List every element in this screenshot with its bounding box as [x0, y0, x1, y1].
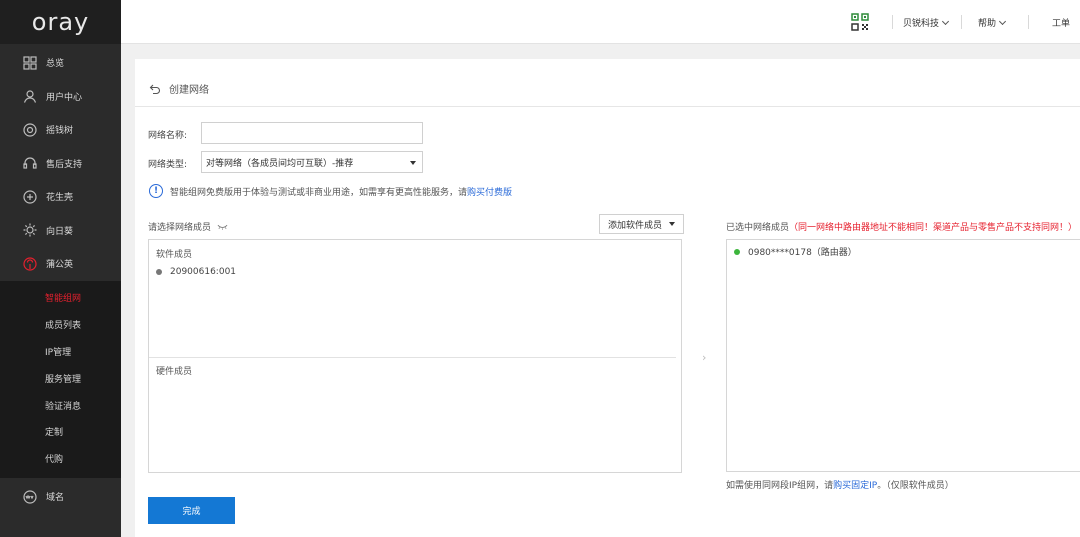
dandelion-subnav: 智能组网 成员列表 IP管理 服务管理 验证消息 定制 代购 [0, 280, 121, 479]
sidebar-item-user-center[interactable]: 用户中心 [0, 80, 121, 114]
caret-down-icon [669, 222, 676, 226]
sidebar-item-label: 总览 [46, 59, 65, 70]
sidebar-item-sunflower[interactable]: 向日葵 [0, 214, 121, 248]
network-type-select[interactable]: 对等网络（各成员间均可互联）-推荐 [201, 151, 423, 173]
sidebar-item-support[interactable]: 售后支持 [0, 147, 121, 181]
select-members-label: 请选择网络成员 [148, 220, 228, 233]
back-arrow-icon[interactable] [149, 83, 161, 95]
sidebar-item-label: 向日葵 [46, 226, 74, 237]
page-title: 创建网络 [169, 85, 209, 96]
add-software-member-button[interactable]: 添加软件成员 [599, 214, 685, 234]
company-menu[interactable]: 贝锐科技 [903, 16, 950, 29]
network-type-value: 对等网络（各成员间均可互联）-推荐 [206, 158, 354, 169]
chevron-right-icon[interactable]: › [702, 351, 706, 364]
subnav-service-management[interactable]: 服务管理 [0, 365, 121, 392]
caret-down-icon [410, 161, 416, 165]
subnav-customize[interactable]: 定制 [0, 418, 121, 445]
fixed-ip-prefix: 如需使用同网段IP组网，请 [726, 481, 834, 491]
divider [961, 15, 962, 29]
list-item[interactable]: 20900616:001 [156, 267, 236, 277]
peanut-icon [23, 190, 37, 204]
fixed-ip-suffix: 。（仅限软件成员） [877, 481, 954, 491]
sidebar-item-peanut[interactable]: 花生壳 [0, 180, 121, 214]
network-name-label: 网络名称: [148, 131, 188, 141]
company-label: 贝锐科技 [903, 19, 940, 29]
sidebar-item-label: 蒲公英 [46, 260, 74, 271]
sidebar: oray 总览 用户中心 摇钱树 售后支持 花生壳 向日葵 蒲公英 智能组网 成… [0, 0, 121, 537]
sidebar-item-label: 域名 [46, 493, 65, 504]
divider [892, 15, 893, 29]
user-icon [23, 89, 37, 103]
sidebar-item-domain[interactable]: 域名 [0, 480, 121, 514]
add-software-member-label: 添加软件成员 [608, 220, 663, 231]
sidebar-item-overview[interactable]: 总览 [0, 46, 121, 80]
sidebar-item-money-tree[interactable]: 摇钱树 [0, 113, 121, 147]
selected-members-label: 已选中网络成员（同一网络中路由器地址不能相同！渠道产品与零售产品不支持同网！） [726, 220, 1077, 233]
subnav-member-list[interactable]: 成员列表 [0, 311, 121, 338]
grid-icon [23, 56, 37, 70]
sidebar-item-label: 用户中心 [46, 92, 83, 103]
main-content: 创建网络 网络名称: 网络类型: 对等网络（各成员间均可互联）-推荐 ! 智能组… [135, 59, 1080, 537]
selected-members-text: 已选中网络成员 [726, 223, 790, 233]
sidebar-item-label: 售后支持 [46, 159, 83, 170]
info-icon: ! [149, 184, 163, 198]
divider [1028, 15, 1029, 29]
status-dot [734, 248, 740, 255]
sidebar-item-label: 花生壳 [46, 193, 74, 204]
hardware-members-title: 硬件成员 [156, 367, 193, 377]
eye-closed-icon[interactable] [217, 224, 228, 230]
buy-paid-version-link[interactable]: 购买付费版 [467, 185, 512, 198]
subnav-verification-messages[interactable]: 验证消息 [0, 392, 121, 419]
available-members-panel: 软件成员 20900616:001 硬件成员 [148, 239, 682, 473]
sidebar-item-label: 摇钱树 [46, 126, 74, 137]
software-member-id: 20900616:001 [170, 267, 237, 277]
list-item[interactable]: 0980****0178（路由器） [734, 245, 857, 258]
software-members-title: 软件成员 [156, 250, 193, 260]
top-bar: 贝锐科技 帮助 工单 [121, 0, 1080, 44]
dandelion-icon [23, 257, 37, 271]
notice: ! 智能组网免费版用于体验与测试或非商业用途，如需享有更高性能服务，请 购买付费版 [149, 184, 512, 198]
network-name-input[interactable] [201, 122, 423, 144]
help-menu[interactable]: 帮助 [978, 16, 1007, 29]
subnav-purchase[interactable]: 代购 [0, 445, 121, 472]
fixed-ip-note: 如需使用同网段IP组网，请购买固定IP。（仅限软件成员） [726, 478, 954, 491]
ticket-link[interactable]: 工单 [1052, 16, 1070, 29]
chevron-down-icon [941, 17, 950, 26]
target-icon [23, 123, 37, 137]
headset-icon [23, 156, 37, 170]
notice-text: 智能组网免费版用于体验与测试或非商业用途，如需享有更高性能服务，请 [170, 187, 468, 198]
oray-logo[interactable]: oray [0, 0, 121, 44]
help-label: 帮助 [978, 19, 997, 29]
divider [149, 357, 676, 358]
status-dot [156, 269, 162, 275]
page-header: 创建网络 [149, 81, 209, 96]
buy-fixed-ip-link[interactable]: 购买固定IP [833, 481, 877, 491]
selected-members-warning: （同一网络中路由器地址不能相同！渠道产品与零售产品不支持同网！） [789, 223, 1078, 233]
select-members-text: 请选择网络成员 [148, 223, 212, 233]
sunflower-icon [23, 223, 37, 237]
sidebar-item-dandelion[interactable]: 蒲公英 [0, 247, 121, 281]
divider [135, 106, 1080, 107]
selected-members-panel: 0980****0178（路由器） [726, 239, 1080, 472]
www-icon [23, 490, 37, 504]
subnav-ip-management[interactable]: IP管理 [0, 338, 121, 365]
qr-code-icon[interactable] [851, 13, 869, 31]
network-type-label: 网络类型: [148, 160, 188, 170]
selected-member-label: 0980****0178（路由器） [748, 248, 857, 258]
subnav-smart-network[interactable]: 智能组网 [0, 285, 121, 312]
finish-button[interactable]: 完成 [148, 497, 235, 524]
chevron-down-icon [998, 17, 1007, 26]
